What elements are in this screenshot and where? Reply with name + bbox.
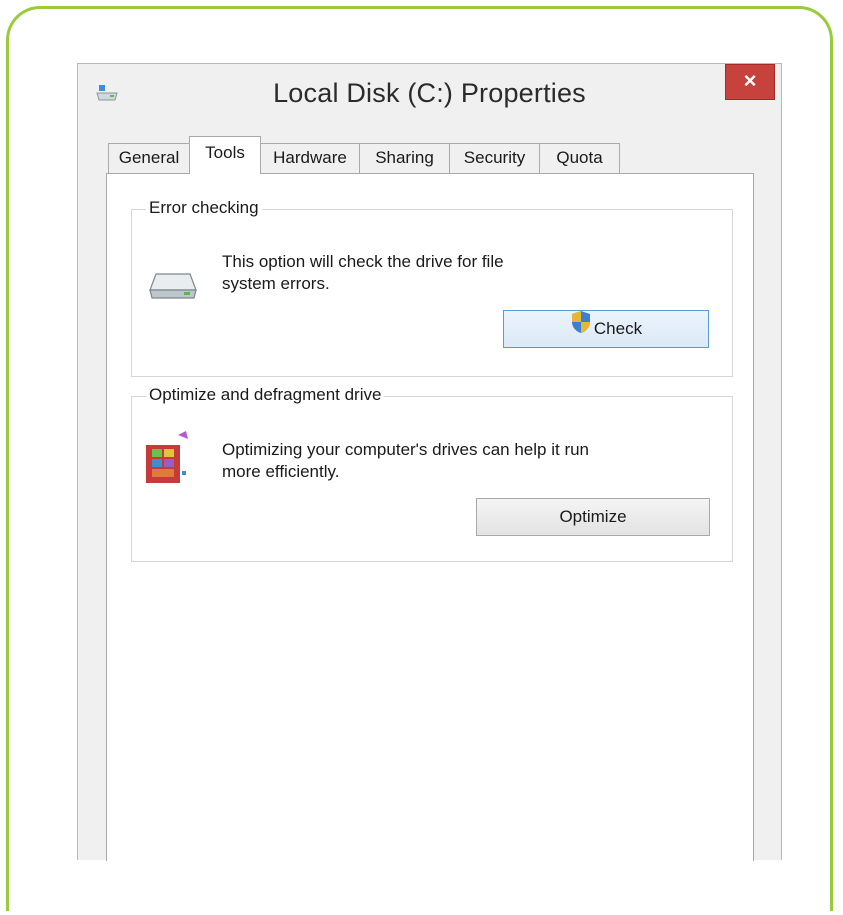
- tab-quota[interactable]: Quota: [539, 143, 620, 173]
- hard-drive-icon: [146, 270, 198, 307]
- error-checking-description: This option will check the drive for fil…: [222, 252, 504, 293]
- uac-shield-icon: [570, 310, 592, 347]
- tab-security[interactable]: Security: [449, 143, 540, 173]
- properties-window: Local Disk (C:) Properties × General Too…: [77, 63, 782, 861]
- close-button[interactable]: ×: [725, 64, 775, 100]
- error-checking-label: Error checking: [146, 198, 262, 218]
- close-icon: ×: [743, 68, 757, 93]
- optimize-button[interactable]: Optimize: [476, 498, 710, 536]
- title-bar[interactable]: Local Disk (C:) Properties ×: [78, 64, 781, 122]
- tab-sharing[interactable]: Sharing: [359, 143, 450, 173]
- error-checking-group: Error checking This option will check th…: [131, 198, 733, 377]
- tab-general[interactable]: General: [108, 143, 190, 173]
- optimize-group: Optimize and defragment drive Optimizing…: [131, 385, 733, 562]
- optimize-label: Optimize and defragment drive: [146, 385, 385, 405]
- defragment-icon: [142, 431, 192, 492]
- optimize-description: Optimizing your computer's drives can he…: [222, 440, 590, 481]
- tab-tools[interactable]: Tools: [189, 136, 261, 174]
- check-button-label: Check: [593, 319, 643, 338]
- check-button[interactable]: Check: [503, 310, 709, 348]
- tab-hardware[interactable]: Hardware: [260, 143, 360, 173]
- tools-panel: Error checking This option will check th…: [106, 173, 754, 861]
- window-title: Local Disk (C:) Properties: [273, 78, 586, 108]
